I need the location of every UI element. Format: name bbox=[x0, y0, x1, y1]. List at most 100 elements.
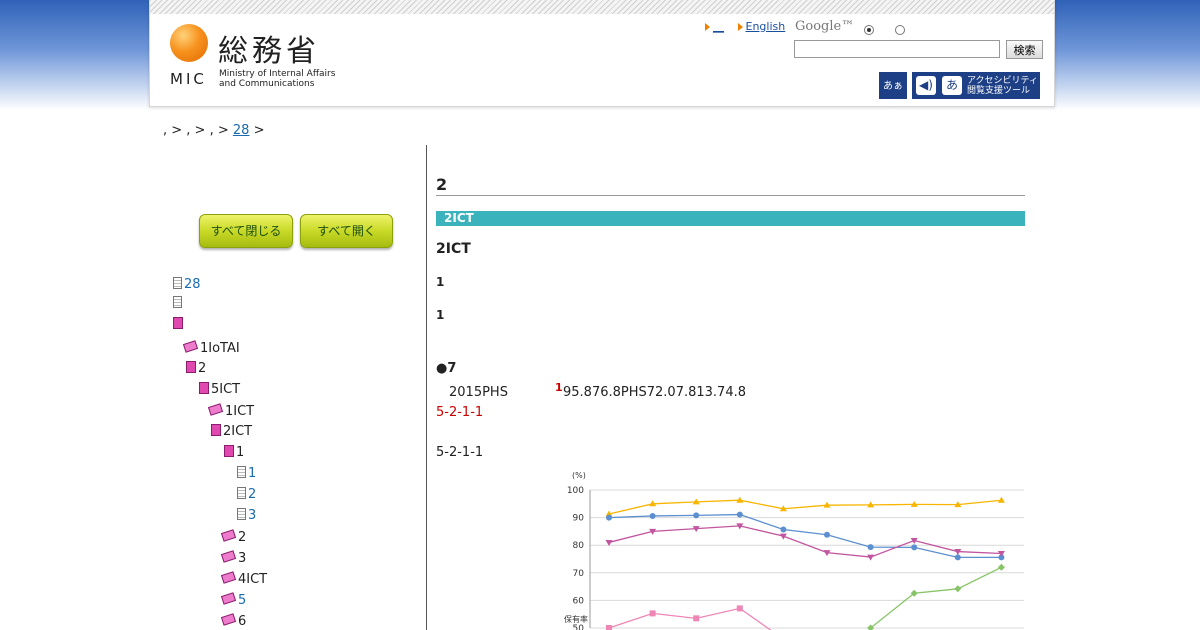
y-tick-label: 90 bbox=[573, 514, 585, 524]
paragraph-rest: 95.876.8PHS72.07.813.74.8 bbox=[563, 385, 746, 400]
book-icon bbox=[173, 317, 183, 329]
data-point bbox=[780, 526, 787, 533]
breadcrumb-prefix: , > , > , > bbox=[163, 123, 229, 138]
page-heading: 2 bbox=[436, 175, 448, 194]
bullet-heading: ●7 bbox=[436, 361, 457, 376]
book-open-icon bbox=[220, 613, 237, 626]
logo-mic-text: MIC bbox=[170, 70, 207, 88]
document-icon bbox=[173, 277, 182, 289]
subheading: 2ICT bbox=[436, 241, 471, 257]
close-all-button[interactable]: すべて閉じる bbox=[199, 214, 293, 248]
tree-item[interactable]: 3 bbox=[220, 550, 247, 566]
tree-item[interactable]: 1IoTAI bbox=[182, 340, 240, 356]
tree-item[interactable]: 2 bbox=[237, 487, 256, 502]
font-size-tool-button[interactable]: あぁあ bbox=[879, 72, 907, 120]
search-input[interactable] bbox=[794, 40, 1000, 58]
font-size-tool-label: あぁあ bbox=[883, 81, 903, 120]
series-line bbox=[608, 525, 1002, 558]
hiragana-a-icon: あ bbox=[942, 76, 962, 95]
y-tick-label: 50 bbox=[573, 624, 585, 630]
data-point bbox=[736, 605, 743, 612]
data-point bbox=[997, 496, 1005, 503]
data-point bbox=[954, 585, 962, 593]
logo-japanese-name[interactable]: 総務省 bbox=[218, 26, 320, 70]
tree-item[interactable]: 28 bbox=[173, 277, 201, 292]
tree-item-label: 1ICT bbox=[225, 404, 255, 419]
open-all-button[interactable]: すべて開く bbox=[300, 214, 393, 248]
data-point bbox=[606, 514, 612, 521]
mic-logo-icon[interactable] bbox=[170, 24, 208, 62]
accessibility-tool-button[interactable]: ◀) あ アクセシビリティ 閲覧支援ツール bbox=[912, 72, 1040, 99]
book-open-icon bbox=[220, 550, 237, 563]
data-point bbox=[997, 563, 1005, 571]
tree-item-label: 5 bbox=[238, 593, 247, 608]
data-point bbox=[693, 512, 700, 519]
tree-item[interactable]: 4ICT bbox=[220, 571, 268, 587]
header-link-blank[interactable]: __ bbox=[713, 20, 724, 33]
tree-item-label: 5ICT bbox=[211, 382, 241, 397]
series-line bbox=[870, 566, 1002, 629]
tree-item[interactable]: 1 bbox=[237, 466, 256, 481]
tree-item[interactable]: 2 bbox=[220, 529, 246, 545]
tree-item[interactable]: 5ICT bbox=[199, 382, 240, 397]
tree-item[interactable]: 1 bbox=[224, 445, 244, 460]
english-link[interactable]: English bbox=[746, 20, 786, 33]
footnote-marker[interactable]: 1 bbox=[555, 381, 563, 394]
speaker-icon: ◀) bbox=[916, 76, 936, 95]
book-icon bbox=[186, 361, 196, 373]
tree-item[interactable]: 1ICT bbox=[207, 403, 255, 419]
data-point bbox=[911, 544, 918, 551]
column-divider bbox=[426, 145, 427, 630]
series-line bbox=[608, 499, 1002, 515]
tree-item-label: 4ICT bbox=[238, 572, 268, 587]
tree-item-label: 28 bbox=[184, 277, 201, 292]
book-open-icon bbox=[220, 592, 237, 605]
arrow-right-icon bbox=[737, 23, 743, 31]
series-line bbox=[608, 513, 1002, 558]
tree-item[interactable] bbox=[173, 296, 184, 311]
book-icon bbox=[211, 424, 221, 436]
tree-item-label: 2ICT bbox=[223, 424, 253, 439]
y-axis-unit: (%) bbox=[572, 471, 586, 480]
heading-underline bbox=[436, 195, 1025, 196]
page-background-left bbox=[0, 0, 150, 110]
tree-item[interactable]: 6 bbox=[220, 613, 247, 629]
tree-item[interactable]: 5 bbox=[220, 592, 247, 608]
tree-item[interactable] bbox=[173, 317, 185, 332]
tree-item-label: 3 bbox=[238, 551, 247, 566]
search-radio-web[interactable] bbox=[895, 25, 905, 35]
data-point bbox=[693, 615, 700, 622]
tree-item-label: 2 bbox=[198, 361, 207, 376]
search-button[interactable]: 検索 bbox=[1006, 40, 1043, 59]
tree-item-label: 2 bbox=[248, 487, 257, 502]
data-point bbox=[867, 544, 874, 551]
page-background-right bbox=[1050, 0, 1200, 110]
tree-item[interactable]: 3 bbox=[237, 508, 256, 523]
tree-item-label: 6 bbox=[238, 614, 247, 629]
paragraph-start: 2015PHS bbox=[449, 385, 508, 400]
logo-english-line1: Ministry of Internal Affairs bbox=[219, 69, 336, 79]
y-tick-label: 100 bbox=[567, 486, 584, 496]
y-tick-label: 60 bbox=[573, 596, 585, 606]
search-radio-site[interactable] bbox=[864, 25, 874, 35]
book-open-icon bbox=[220, 571, 237, 584]
data-point bbox=[649, 512, 656, 519]
y-axis-label: 保有率 bbox=[564, 614, 588, 624]
tree-item[interactable]: 2ICT bbox=[211, 424, 252, 439]
data-point bbox=[736, 511, 743, 518]
book-open-icon bbox=[207, 403, 224, 416]
document-icon bbox=[237, 466, 246, 478]
tree-item-label: 1 bbox=[248, 466, 257, 481]
tree-item[interactable]: 2 bbox=[186, 361, 206, 376]
breadcrumb-suffix: > bbox=[253, 123, 265, 138]
tree-item-label: 1IoTAI bbox=[200, 341, 240, 356]
figure-link[interactable]: 5-2-1-1 bbox=[436, 405, 483, 420]
heading-level4-b: 1 bbox=[436, 308, 445, 322]
logo-english-name: Ministry of Internal Affairs and Communi… bbox=[219, 69, 359, 89]
breadcrumb-link-28[interactable]: 28 bbox=[233, 123, 250, 138]
site-header: MIC 総務省 Ministry of Internal Affairs and… bbox=[149, 0, 1055, 120]
data-point bbox=[649, 610, 656, 617]
y-tick-label: 70 bbox=[573, 569, 585, 579]
google-label: Google™ bbox=[795, 19, 855, 34]
document-icon bbox=[237, 487, 246, 499]
